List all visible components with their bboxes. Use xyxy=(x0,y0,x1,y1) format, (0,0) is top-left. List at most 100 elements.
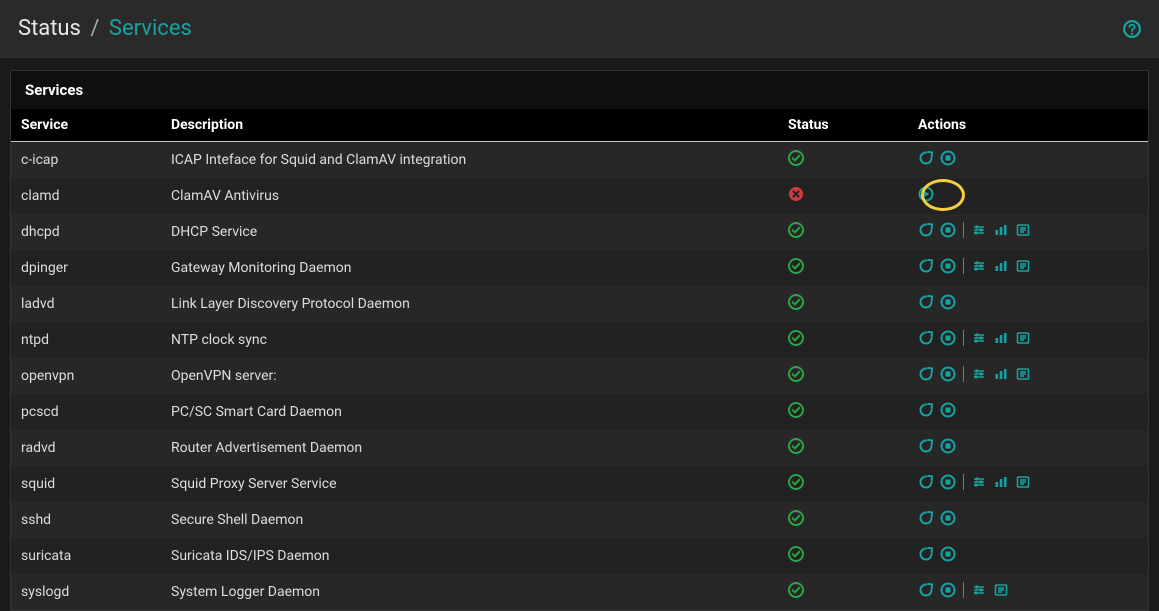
service-name: dpinger xyxy=(11,250,161,286)
settings-icon[interactable] xyxy=(971,366,987,382)
service-name: openvpn xyxy=(11,358,161,394)
service-description: NTP clock sync xyxy=(161,322,758,358)
log-icon[interactable] xyxy=(1015,366,1031,382)
check-circle-icon xyxy=(788,366,804,382)
service-description: Suricata IDS/IPS Daemon xyxy=(161,538,758,574)
settings-icon[interactable] xyxy=(971,330,987,346)
restart-icon[interactable] xyxy=(918,150,934,166)
breadcrumb: Status / Services xyxy=(18,16,192,41)
service-name: squid xyxy=(11,466,161,502)
table-row: suricataSuricata IDS/IPS Daemon xyxy=(11,538,1148,574)
stop-icon[interactable] xyxy=(940,582,956,598)
stop-icon[interactable] xyxy=(940,510,956,526)
play-icon[interactable] xyxy=(918,186,934,202)
check-circle-icon xyxy=(788,150,804,166)
log-icon[interactable] xyxy=(993,582,1009,598)
check-circle-icon xyxy=(788,222,804,238)
restart-icon[interactable] xyxy=(918,546,934,562)
th-service: Service xyxy=(11,109,161,142)
restart-icon[interactable] xyxy=(918,474,934,490)
chart-icon[interactable] xyxy=(993,474,1009,490)
service-description: PC/SC Smart Card Daemon xyxy=(161,394,758,430)
service-actions xyxy=(908,322,1148,358)
check-circle-icon xyxy=(788,546,804,562)
settings-icon[interactable] xyxy=(971,258,987,274)
table-row: dpingerGateway Monitoring Daemon xyxy=(11,250,1148,286)
restart-icon[interactable] xyxy=(918,258,934,274)
check-circle-icon xyxy=(788,582,804,598)
service-description: ClamAV Antivirus xyxy=(161,178,758,214)
chart-icon[interactable] xyxy=(993,366,1009,382)
breadcrumb-leaf[interactable]: Services xyxy=(109,16,192,41)
restart-icon[interactable] xyxy=(918,222,934,238)
th-status: Status xyxy=(758,109,908,142)
stop-icon[interactable] xyxy=(940,150,956,166)
stop-icon[interactable] xyxy=(940,438,956,454)
chart-icon[interactable] xyxy=(993,330,1009,346)
actions-group xyxy=(918,546,956,562)
service-description: Gateway Monitoring Daemon xyxy=(161,250,758,286)
log-icon[interactable] xyxy=(1015,330,1031,346)
service-actions xyxy=(908,466,1148,502)
actions-group xyxy=(918,258,1031,274)
action-divider xyxy=(963,222,964,238)
chart-icon[interactable] xyxy=(993,258,1009,274)
service-description: System Logger Daemon xyxy=(161,574,758,610)
stop-icon[interactable] xyxy=(940,402,956,418)
times-circle-icon xyxy=(788,186,804,202)
service-name: pcscd xyxy=(11,394,161,430)
log-icon[interactable] xyxy=(1015,474,1031,490)
breadcrumb-root[interactable]: Status xyxy=(18,16,81,41)
check-circle-icon xyxy=(788,510,804,526)
restart-icon[interactable] xyxy=(918,438,934,454)
service-name: suricata xyxy=(11,538,161,574)
restart-icon[interactable] xyxy=(918,330,934,346)
service-actions xyxy=(908,214,1148,250)
service-name: syslogd xyxy=(11,574,161,610)
service-actions xyxy=(908,502,1148,538)
service-status xyxy=(758,394,908,430)
service-status xyxy=(758,466,908,502)
actions-group xyxy=(918,330,1031,346)
stop-icon[interactable] xyxy=(940,474,956,490)
service-name: ladvd xyxy=(11,286,161,322)
stop-icon[interactable] xyxy=(940,222,956,238)
service-actions xyxy=(908,142,1148,179)
restart-icon[interactable] xyxy=(918,294,934,310)
settings-icon[interactable] xyxy=(971,222,987,238)
log-icon[interactable] xyxy=(1015,222,1031,238)
table-row: openvpnOpenVPN server: xyxy=(11,358,1148,394)
log-icon[interactable] xyxy=(1015,258,1031,274)
restart-icon[interactable] xyxy=(918,582,934,598)
table-row: dhcpdDHCP Service xyxy=(11,214,1148,250)
service-status xyxy=(758,430,908,466)
actions-group xyxy=(918,510,956,526)
service-status xyxy=(758,286,908,322)
service-description: OpenVPN server: xyxy=(161,358,758,394)
service-actions xyxy=(908,574,1148,610)
chart-icon[interactable] xyxy=(993,222,1009,238)
table-row: ntpdNTP clock sync xyxy=(11,322,1148,358)
service-description: Secure Shell Daemon xyxy=(161,502,758,538)
service-status xyxy=(758,322,908,358)
stop-icon[interactable] xyxy=(940,546,956,562)
service-description: ICAP Inteface for Squid and ClamAV integ… xyxy=(161,142,758,179)
service-description: Squid Proxy Server Service xyxy=(161,466,758,502)
table-row: c-icapICAP Inteface for Squid and ClamAV… xyxy=(11,142,1148,179)
settings-icon[interactable] xyxy=(971,474,987,490)
service-actions xyxy=(908,394,1148,430)
help-icon[interactable] xyxy=(1123,20,1141,38)
settings-icon[interactable] xyxy=(971,582,987,598)
restart-icon[interactable] xyxy=(918,366,934,382)
stop-icon[interactable] xyxy=(940,258,956,274)
stop-icon[interactable] xyxy=(940,330,956,346)
check-circle-icon xyxy=(788,474,804,490)
stop-icon[interactable] xyxy=(940,294,956,310)
th-actions: Actions xyxy=(908,109,1148,142)
service-status xyxy=(758,502,908,538)
restart-icon[interactable] xyxy=(918,402,934,418)
restart-icon[interactable] xyxy=(918,510,934,526)
stop-icon[interactable] xyxy=(940,366,956,382)
check-circle-icon xyxy=(788,438,804,454)
th-description: Description xyxy=(161,109,758,142)
